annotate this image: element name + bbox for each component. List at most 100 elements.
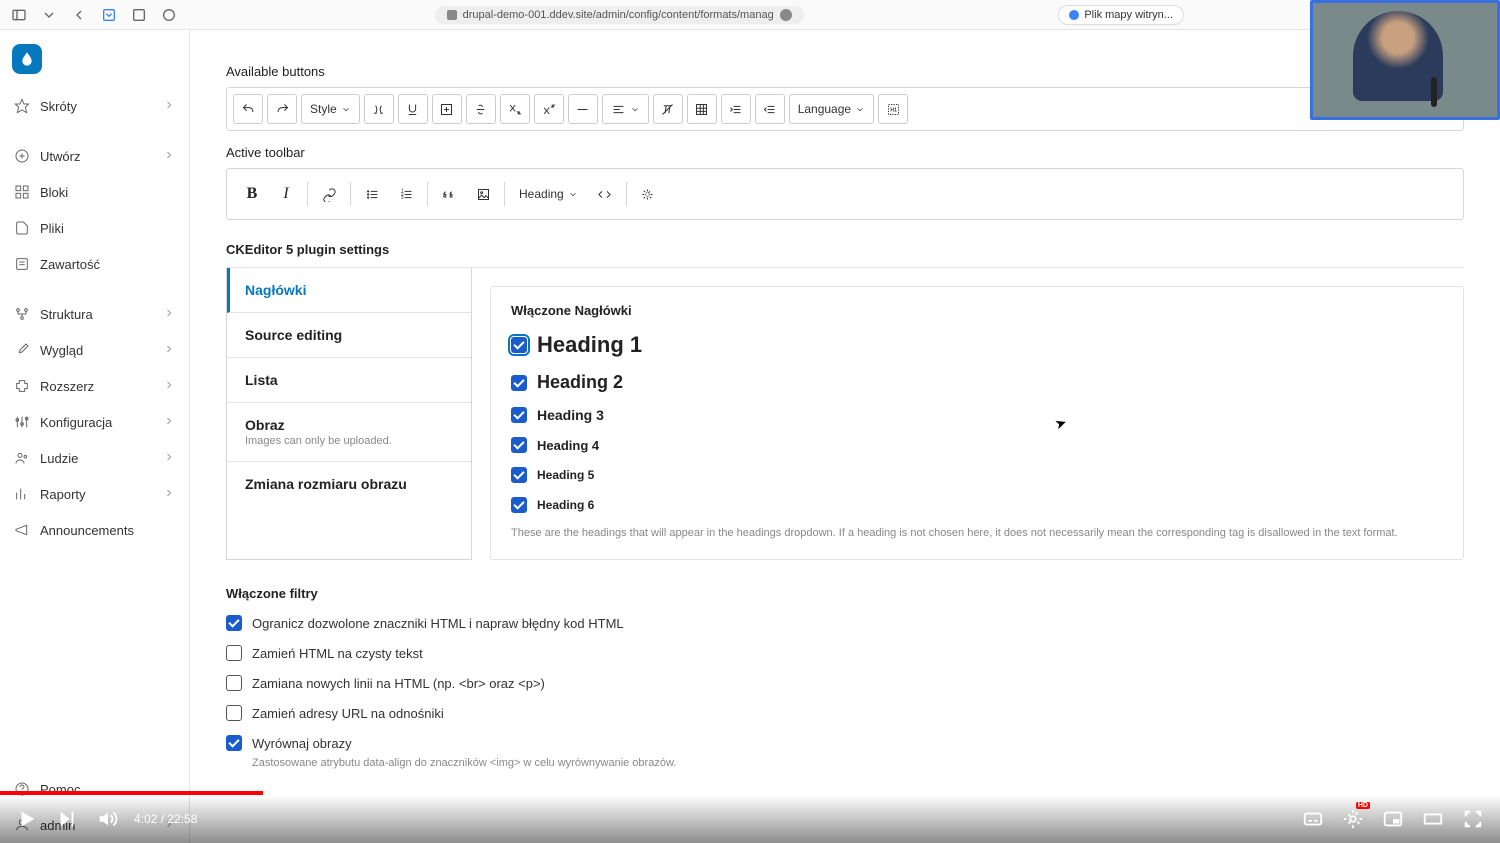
- strikethrough-button[interactable]: [466, 94, 496, 124]
- svg-text:3: 3: [400, 194, 403, 200]
- sidebar-item-konfiguracja[interactable]: Konfiguracja: [0, 404, 189, 440]
- drupal-logo-icon[interactable]: [12, 44, 42, 74]
- sidebar-item-announcements[interactable]: Announcements: [0, 512, 189, 548]
- sidebar-label: Struktura: [40, 307, 93, 322]
- sidebar-item-ludzie[interactable]: Ludzie: [0, 440, 189, 476]
- sidebar-label: Wygląd: [40, 343, 83, 358]
- indent-button[interactable]: [721, 94, 751, 124]
- sidebar-item-wyglad[interactable]: Wygląd: [0, 332, 189, 368]
- undo-button[interactable]: [233, 94, 263, 124]
- sidebar-item-raporty[interactable]: Raporty: [0, 476, 189, 512]
- filter-checkbox-0[interactable]: [226, 615, 242, 631]
- filter-desc-4: Zastosowane atrybutu data-align do znacz…: [252, 757, 1464, 769]
- app-icon-3[interactable]: [158, 4, 180, 26]
- heading-checkbox-4[interactable]: [511, 437, 527, 453]
- clear-format-button[interactable]: [653, 94, 683, 124]
- source-button[interactable]: [633, 179, 663, 209]
- subtitles-button[interactable]: [1300, 806, 1326, 832]
- theater-button[interactable]: [1420, 806, 1446, 832]
- vtab-zmiana-rozmiaru[interactable]: Zmiana rozmiaru obrazu: [227, 462, 471, 506]
- style-dropdown[interactable]: Style: [301, 94, 360, 124]
- heading-row-4: Heading 4: [511, 437, 1443, 453]
- link-button[interactable]: [314, 179, 344, 209]
- sidebar-item-skroty[interactable]: Skróty: [0, 88, 189, 124]
- plugin-settings-title: CKEditor 5 plugin settings: [226, 242, 1464, 257]
- vtab-source-editing[interactable]: Source editing: [227, 313, 471, 358]
- sidebar-toggle-icon[interactable]: [8, 4, 30, 26]
- outdent-button[interactable]: [755, 94, 785, 124]
- sidebar-item-utworz[interactable]: Utwórz: [0, 138, 189, 174]
- filter-checkbox-2[interactable]: [226, 675, 242, 691]
- language-dropdown[interactable]: Language: [789, 94, 874, 124]
- heading-label: Heading 6: [537, 498, 594, 512]
- url-bar[interactable]: drupal-demo-001.ddev.site/admin/config/c…: [435, 6, 804, 24]
- chevron-right-icon: [163, 415, 175, 430]
- play-button[interactable]: [14, 806, 40, 832]
- next-button[interactable]: [54, 806, 80, 832]
- blockquote-button[interactable]: [434, 179, 464, 209]
- filter-row-3: Zamień adresy URL na odnośniki: [226, 705, 1464, 721]
- volume-button[interactable]: [94, 806, 120, 832]
- vtab-lista[interactable]: Lista: [227, 358, 471, 403]
- filter-checkbox-1[interactable]: [226, 645, 242, 661]
- sidebar-item-pliki[interactable]: Pliki: [0, 210, 189, 246]
- bold-button[interactable]: B: [237, 179, 267, 209]
- plugin-settings-wrap: Nagłówki Source editing Lista ObrazImage…: [226, 267, 1464, 560]
- heading-row-1: Heading 1: [511, 332, 1443, 358]
- heading-row-2: Heading 2: [511, 372, 1443, 393]
- miniplayer-button[interactable]: [1380, 806, 1406, 832]
- align-dropdown[interactable]: [602, 94, 649, 124]
- fullscreen-button[interactable]: [1460, 806, 1486, 832]
- subscript-button[interactable]: [500, 94, 530, 124]
- heading-checkbox-6[interactable]: [511, 497, 527, 513]
- app-icon-2[interactable]: [128, 4, 150, 26]
- app-icon-1[interactable]: [98, 4, 120, 26]
- structure-icon: [14, 306, 30, 322]
- heading-checkbox-2[interactable]: [511, 375, 527, 391]
- brush-icon: [14, 342, 30, 358]
- heading-row-6: Heading 6: [511, 497, 1443, 513]
- sidebar-item-rozszerz[interactable]: Rozszerz: [0, 368, 189, 404]
- filters-title: Włączone filtry: [226, 586, 1464, 601]
- show-blocks-button[interactable]: H1: [878, 94, 908, 124]
- sidebar-item-zawartosc[interactable]: Zawartość: [0, 246, 189, 282]
- underline-button[interactable]: [398, 94, 428, 124]
- heading-checkbox-3[interactable]: [511, 407, 527, 423]
- tab-chip[interactable]: Plik mapy witryn...: [1058, 5, 1184, 25]
- browser-bar: drupal-demo-001.ddev.site/admin/config/c…: [0, 0, 1500, 30]
- table-button[interactable]: [687, 94, 717, 124]
- italic-button[interactable]: I: [271, 179, 301, 209]
- chevron-right-icon: [163, 379, 175, 394]
- blocks-icon: [14, 184, 30, 200]
- favicon-icon: [447, 10, 457, 20]
- superscript-button[interactable]: [534, 94, 564, 124]
- back-icon[interactable]: [68, 4, 90, 26]
- filter-checkbox-3[interactable]: [226, 705, 242, 721]
- redo-button[interactable]: [267, 94, 297, 124]
- horizontal-rule-button[interactable]: [568, 94, 598, 124]
- special-char-button[interactable]: [364, 94, 394, 124]
- numbered-list-button[interactable]: 123: [391, 179, 421, 209]
- content-icon: [14, 256, 30, 272]
- chevron-down-icon[interactable]: [38, 4, 60, 26]
- settings-button[interactable]: HD: [1340, 806, 1366, 832]
- filter-checkbox-4[interactable]: [226, 735, 242, 751]
- insert-block-button[interactable]: [432, 94, 462, 124]
- heading-label: Heading 1: [537, 332, 642, 358]
- vtab-obraz[interactable]: ObrazImages can only be uploaded.: [227, 403, 471, 462]
- sidebar-item-struktura[interactable]: Struktura: [0, 296, 189, 332]
- sidebar-label: Ludzie: [40, 451, 78, 466]
- bullet-list-button[interactable]: [357, 179, 387, 209]
- chevron-right-icon: [163, 451, 175, 466]
- sidebar-item-bloki[interactable]: Bloki: [0, 174, 189, 210]
- sliders-icon: [14, 414, 30, 430]
- image-button[interactable]: [468, 179, 498, 209]
- sidebar-label: Zawartość: [40, 257, 100, 272]
- heading-checkbox-1[interactable]: [511, 337, 527, 353]
- filter-label: Zamiana nowych linii na HTML (np. <br> o…: [252, 676, 545, 691]
- vtab-naglowki[interactable]: Nagłówki: [227, 268, 471, 313]
- code-button[interactable]: [590, 179, 620, 209]
- sidebar-label: Rozszerz: [40, 379, 94, 394]
- heading-checkbox-5[interactable]: [511, 467, 527, 483]
- heading-dropdown[interactable]: Heading: [511, 179, 586, 209]
